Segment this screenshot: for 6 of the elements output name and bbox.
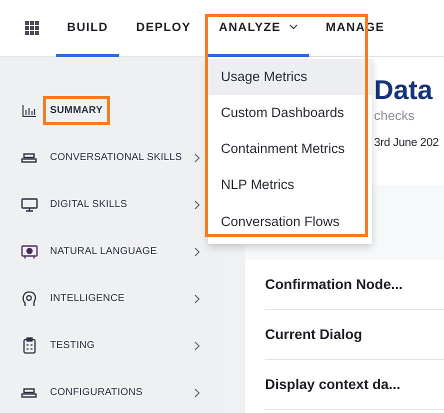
date-text: 3rd June 202: [374, 136, 440, 152]
row-label: Current Dialog: [265, 310, 444, 360]
page-title: Data: [374, 76, 434, 106]
row-label: Confirmation Node...: [265, 260, 444, 310]
row-label: Display context da...: [265, 360, 444, 410]
page-subtitle: checks: [374, 106, 416, 125]
